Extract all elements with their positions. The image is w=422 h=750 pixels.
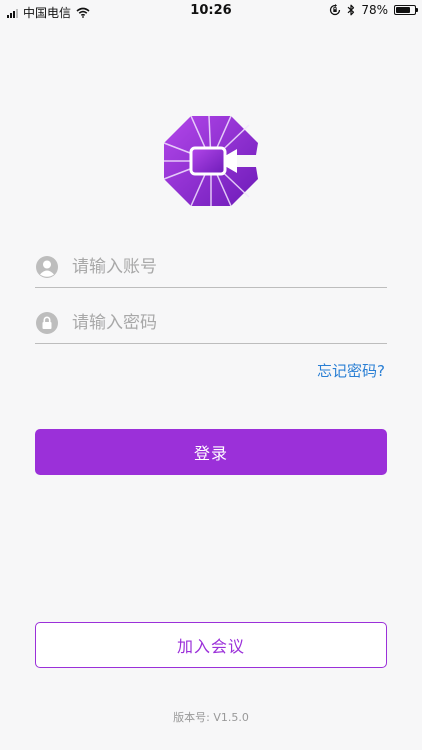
login-button[interactable]: 登录	[35, 429, 387, 475]
version-label: 版本号: V1.5.0	[173, 711, 249, 724]
status-bar-right: 78%	[329, 3, 418, 17]
battery-icon	[394, 5, 418, 15]
rotation-lock-icon	[330, 4, 341, 16]
app-logo	[163, 115, 258, 207]
account-field	[35, 247, 387, 288]
forgot-password-link[interactable]: 忘记密码?	[317, 360, 385, 381]
user-icon	[36, 256, 58, 278]
password-field	[35, 303, 387, 344]
password-input[interactable]	[72, 308, 387, 338]
bluetooth-icon	[347, 4, 355, 16]
join-meeting-button[interactable]: 加入会议	[35, 622, 387, 668]
account-input[interactable]	[72, 252, 387, 282]
status-bar: 中国电信 10:26 78%	[0, 0, 422, 22]
battery-percent: 78%	[361, 3, 388, 17]
lock-icon	[36, 312, 58, 334]
battery-fill	[396, 7, 410, 13]
